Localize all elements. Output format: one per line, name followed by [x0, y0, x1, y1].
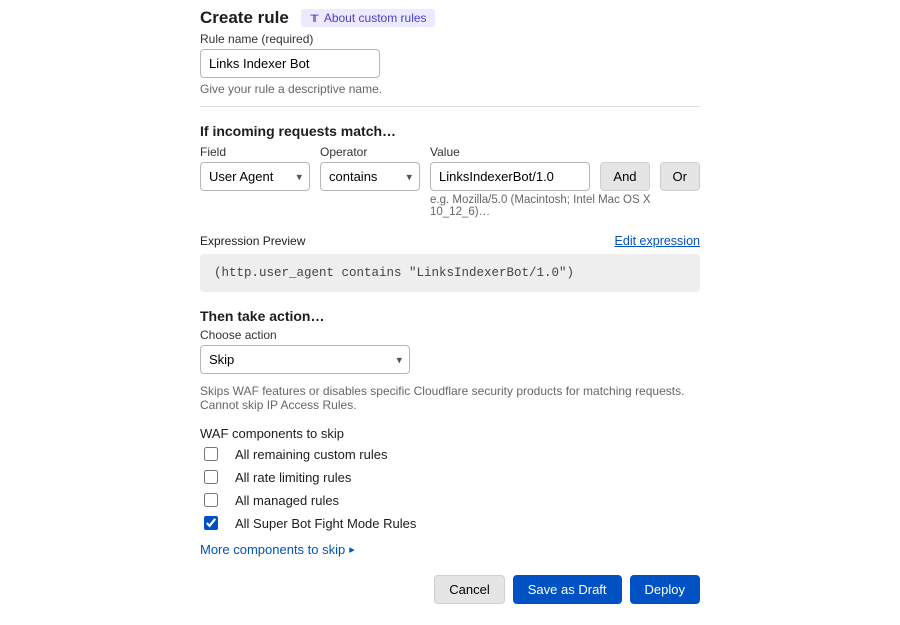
- or-button[interactable]: Or: [660, 162, 700, 191]
- page-title: Create rule: [200, 8, 289, 28]
- match-section-title: If incoming requests match…: [200, 123, 700, 139]
- component-row: All Super Bot Fight Mode Rules: [200, 513, 700, 533]
- rule-name-helper: Give your rule a descriptive name.: [200, 82, 700, 96]
- about-label: About custom rules: [324, 11, 427, 25]
- action-select[interactable]: Skip: [200, 345, 410, 374]
- component-checkbox[interactable]: [204, 493, 218, 507]
- section-divider: [200, 106, 700, 107]
- cancel-button[interactable]: Cancel: [434, 575, 504, 604]
- about-custom-rules-link[interactable]: About custom rules: [301, 9, 435, 27]
- action-helper: Skips WAF features or disables specific …: [200, 384, 700, 412]
- operator-select[interactable]: contains: [320, 162, 420, 191]
- component-row: All managed rules: [200, 490, 700, 510]
- component-label: All managed rules: [235, 493, 339, 508]
- chevron-right-icon: ▸: [349, 543, 355, 556]
- rule-name-label: Rule name (required): [200, 32, 700, 46]
- value-input[interactable]: [430, 162, 590, 191]
- value-hint: e.g. Mozilla/5.0 (Macintosh; Intel Mac O…: [430, 194, 700, 218]
- edit-expression-link[interactable]: Edit expression: [615, 234, 700, 248]
- save-draft-button[interactable]: Save as Draft: [513, 575, 622, 604]
- and-button[interactable]: And: [600, 162, 649, 191]
- component-label: All rate limiting rules: [235, 470, 351, 485]
- component-checkbox[interactable]: [204, 470, 218, 484]
- expression-preview-label: Expression Preview: [200, 234, 305, 248]
- component-label: All remaining custom rules: [235, 447, 387, 462]
- more-components-link[interactable]: More components to skip ▸: [200, 542, 355, 557]
- expression-preview: (http.user_agent contains "LinksIndexerB…: [200, 254, 700, 292]
- operator-label: Operator: [320, 145, 420, 159]
- book-icon: [309, 13, 320, 24]
- component-row: All rate limiting rules: [200, 467, 700, 487]
- deploy-button[interactable]: Deploy: [630, 575, 700, 604]
- value-label: Value: [430, 145, 590, 159]
- rule-name-input[interactable]: [200, 49, 380, 78]
- components-title: WAF components to skip: [200, 426, 700, 441]
- action-section-title: Then take action…: [200, 308, 700, 324]
- component-checkbox[interactable]: [204, 516, 218, 530]
- choose-action-label: Choose action: [200, 328, 700, 342]
- field-label: Field: [200, 145, 310, 159]
- component-checkbox[interactable]: [204, 447, 218, 461]
- field-select[interactable]: User Agent: [200, 162, 310, 191]
- component-row: All remaining custom rules: [200, 444, 700, 464]
- more-components-label: More components to skip: [200, 542, 345, 557]
- component-label: All Super Bot Fight Mode Rules: [235, 516, 416, 531]
